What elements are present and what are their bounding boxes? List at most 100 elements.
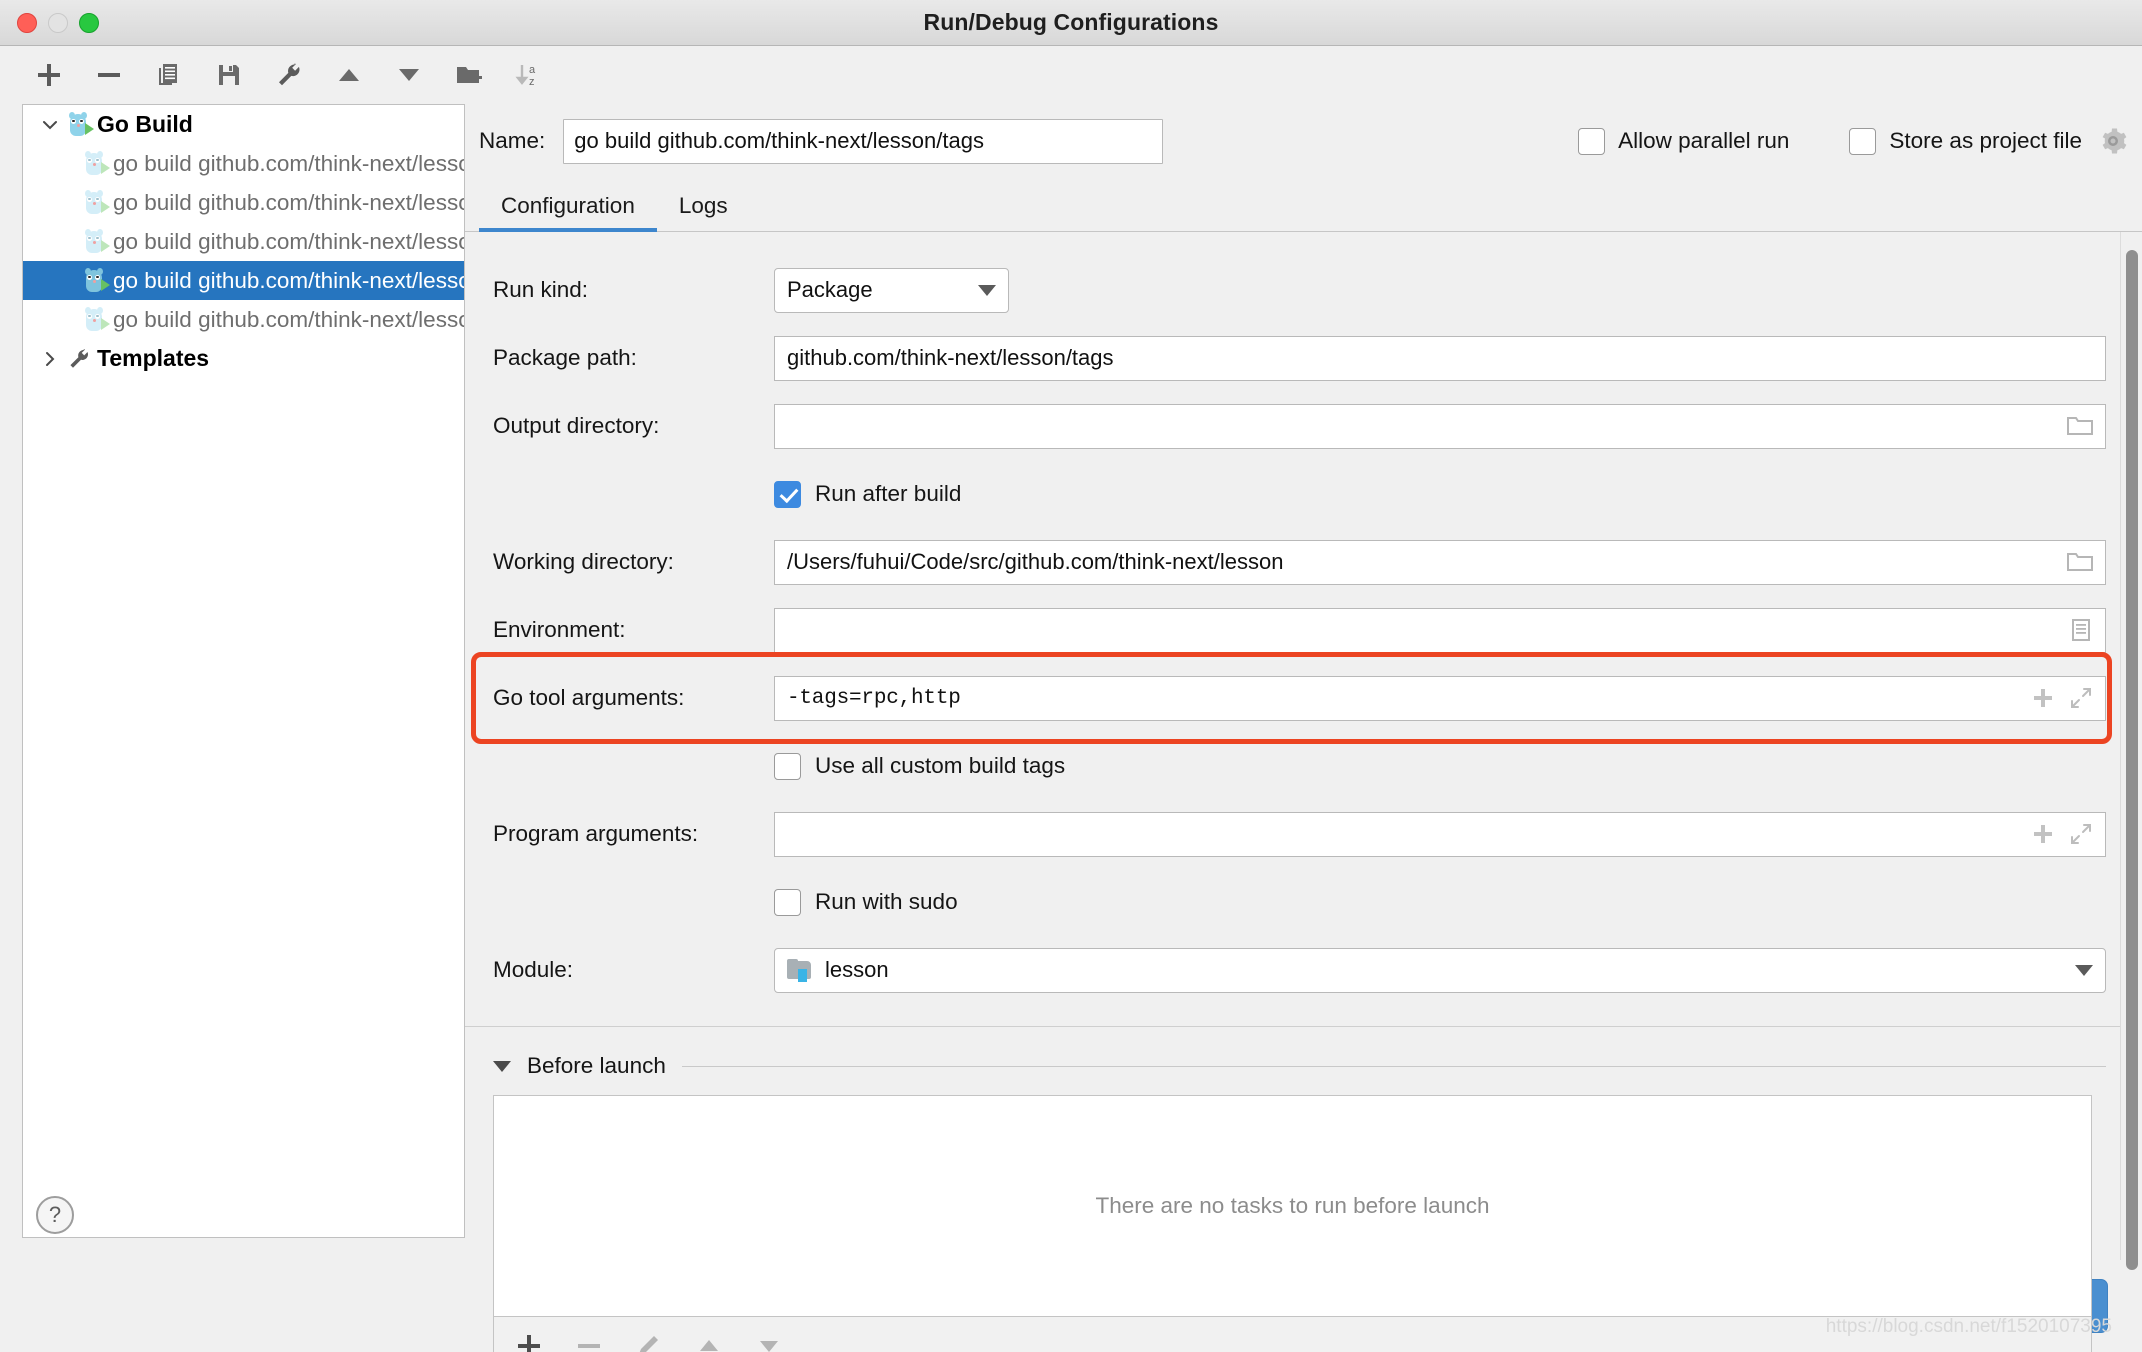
copy-configuration-button[interactable]	[150, 56, 188, 94]
title-bar: Run/Debug Configurations	[0, 0, 2142, 46]
new-folder-button[interactable]	[450, 56, 488, 94]
help-button-label: ?	[49, 1202, 61, 1228]
sort-alphabetically-button[interactable]: a z	[510, 56, 548, 94]
tree-group-label: Go Build	[97, 111, 193, 138]
output-directory-row: Output directory:	[479, 392, 2106, 460]
run-after-build-box[interactable]	[774, 481, 801, 508]
tree-group-templates[interactable]: Templates	[23, 339, 464, 378]
store-as-project-file-box[interactable]	[1849, 128, 1876, 155]
help-button[interactable]: ?	[36, 1196, 74, 1234]
tab-logs-label: Logs	[679, 193, 728, 218]
before-launch-header[interactable]: Before launch	[479, 1053, 2106, 1079]
zoom-window-button[interactable]	[79, 13, 99, 33]
move-up-button[interactable]	[330, 56, 368, 94]
chevron-right-icon[interactable]	[35, 349, 65, 369]
wrench-icon	[65, 347, 93, 371]
svg-text:a: a	[529, 64, 536, 76]
browse-folder-icon[interactable]	[2067, 415, 2093, 437]
gear-icon[interactable]	[2098, 126, 2128, 156]
tree-item-label: go build github.com/think-next/lesson/t	[113, 268, 464, 294]
allow-parallel-run-box[interactable]	[1578, 128, 1605, 155]
module-row: Module: lesson	[479, 936, 2106, 1004]
expand-editor-icon[interactable]	[2069, 686, 2093, 710]
name-input[interactable]	[563, 119, 1163, 164]
configurations-toolbar: a z	[0, 46, 2142, 104]
package-path-input[interactable]: github.com/think-next/lesson/tags	[774, 336, 2106, 381]
save-configuration-button[interactable]	[210, 56, 248, 94]
environment-input[interactable]	[774, 608, 2106, 653]
form-scroll-area: Run kind: Package Package path:	[465, 232, 2142, 1260]
edit-task-button[interactable]	[632, 1329, 666, 1352]
go-tool-arguments-row: Go tool arguments: -tags=rpc,http	[479, 664, 2106, 732]
chevron-down-icon[interactable]	[35, 115, 65, 135]
allow-parallel-run-label: Allow parallel run	[1618, 128, 1789, 154]
tab-logs[interactable]: Logs	[657, 193, 750, 231]
use-all-custom-build-tags-label: Use all custom build tags	[815, 753, 1065, 779]
tree-item-label: go build github.com/think-next/lesson/m	[113, 229, 464, 255]
chevron-down-icon[interactable]	[493, 1061, 511, 1072]
add-configuration-button[interactable]	[30, 56, 68, 94]
store-as-project-file-checkbox[interactable]: Store as project file	[1849, 128, 2082, 155]
configurations-tree[interactable]: Go Build go build github.com/think-next/…	[22, 104, 465, 1238]
configuration-editor: Name: Allow parallel run Store as projec…	[465, 104, 2142, 1260]
vertical-scrollbar[interactable]	[2120, 232, 2142, 1260]
add-argument-icon[interactable]	[2031, 822, 2055, 846]
edit-templates-button[interactable]	[270, 56, 308, 94]
run-kind-dropdown[interactable]: Package	[774, 268, 1009, 313]
go-tool-arguments-input[interactable]: -tags=rpc,http	[774, 676, 2106, 721]
run-after-build-checkbox[interactable]: Run after build	[774, 481, 961, 508]
browse-folder-icon[interactable]	[2067, 551, 2093, 573]
tree-item-config-4[interactable]: go build github.com/think-next/lesson/y	[23, 300, 464, 339]
minimize-window-button[interactable]	[48, 13, 68, 33]
output-directory-label: Output directory:	[479, 413, 774, 439]
run-with-sudo-checkbox[interactable]: Run with sudo	[774, 889, 958, 916]
tree-group-go-build[interactable]: Go Build	[23, 105, 464, 144]
move-task-up-button[interactable]	[692, 1329, 726, 1352]
chevron-down-icon	[978, 285, 996, 296]
use-all-custom-build-tags-box[interactable]	[774, 753, 801, 780]
working-directory-input[interactable]: /Users/fuhui/Code/src/github.com/think-n…	[774, 540, 2106, 585]
tree-item-label: go build github.com/think-next/lesson/y	[113, 307, 464, 333]
window-controls	[17, 0, 99, 46]
environment-label: Environment:	[479, 617, 774, 643]
scrollbar-thumb[interactable]	[2126, 250, 2138, 1270]
tree-item-config-3-selected[interactable]: go build github.com/think-next/lesson/t	[23, 261, 464, 300]
remove-task-button[interactable]	[572, 1329, 606, 1352]
add-task-button[interactable]	[512, 1329, 546, 1352]
environment-row: Environment:	[479, 596, 2106, 664]
package-path-value: github.com/think-next/lesson/tags	[787, 345, 2093, 371]
run-debug-configurations-dialog: Run/Debug Configurations	[0, 0, 2142, 1352]
close-window-button[interactable]	[17, 13, 37, 33]
tree-item-config-0[interactable]: go build github.com/think-next/lesson/c	[23, 144, 464, 183]
before-launch-task-list[interactable]: There are no tasks to run before launch	[493, 1095, 2092, 1317]
remove-configuration-button[interactable]	[90, 56, 128, 94]
allow-parallel-run-checkbox[interactable]: Allow parallel run	[1578, 128, 1789, 155]
name-row: Name: Allow parallel run Store as projec…	[465, 104, 2142, 178]
gopher-icon	[81, 307, 109, 333]
module-dropdown[interactable]: lesson	[774, 948, 2106, 993]
run-after-build-row: Run after build	[479, 460, 2106, 528]
tree-item-config-2[interactable]: go build github.com/think-next/lesson/m	[23, 222, 464, 261]
move-down-button[interactable]	[390, 56, 428, 94]
run-kind-label: Run kind:	[479, 277, 774, 303]
use-all-custom-build-tags-row: Use all custom build tags	[479, 732, 2106, 800]
gopher-icon	[81, 229, 109, 255]
environment-variables-icon[interactable]	[2069, 618, 2093, 642]
run-with-sudo-row: Run with sudo	[479, 868, 2106, 936]
tab-configuration[interactable]: Configuration	[479, 193, 657, 231]
move-task-down-button[interactable]	[752, 1329, 786, 1352]
program-arguments-input[interactable]	[774, 812, 2106, 857]
gopher-icon	[81, 151, 109, 177]
expand-editor-icon[interactable]	[2069, 822, 2093, 846]
package-path-label: Package path:	[479, 345, 774, 371]
output-directory-input[interactable]	[774, 404, 2106, 449]
run-with-sudo-box[interactable]	[774, 889, 801, 916]
gopher-icon	[81, 268, 109, 294]
program-arguments-row: Program arguments:	[479, 800, 2106, 868]
tree-item-label: go build github.com/think-next/lesson/c	[113, 151, 464, 177]
use-all-custom-build-tags-checkbox[interactable]: Use all custom build tags	[774, 753, 1065, 780]
add-argument-icon[interactable]	[2031, 686, 2055, 710]
tree-item-config-1[interactable]: go build github.com/think-next/lesson/h	[23, 183, 464, 222]
gopher-icon	[81, 190, 109, 216]
gopher-icon	[65, 112, 93, 138]
